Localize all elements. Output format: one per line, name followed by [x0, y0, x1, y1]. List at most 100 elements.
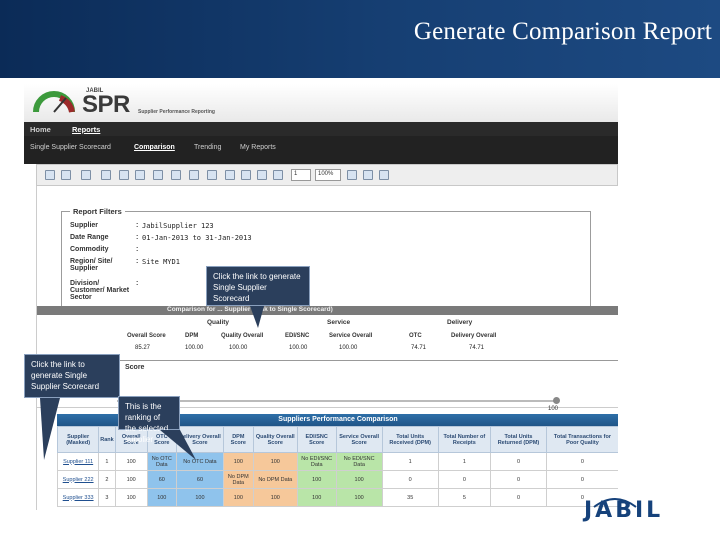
table-row: Supplier 111 1 100 No OTC Data No OTC Data 10…: [56, 452, 618, 471]
table-cell: 1: [437, 452, 492, 471]
comparison-header: Total Units Received (DPM): [381, 426, 439, 453]
summary-scores: Quality Service Delivery Overall Score D…: [37, 315, 618, 361]
brand-tagline: Supplier Performance Reporting: [138, 109, 215, 115]
summary-value: 100.00: [185, 345, 204, 351]
subnav-my-reports[interactable]: My Reports: [240, 144, 276, 151]
help-icon[interactable]: [379, 170, 389, 180]
filter-label-region: Region/ Site/ Supplier: [70, 258, 113, 272]
table-cell: 1: [381, 452, 439, 471]
table-cell: 0: [381, 470, 439, 489]
callout-single-scorecard-link: Click the link to generate Single Suppli…: [206, 266, 310, 306]
report-toolbar: 1 100%: [36, 164, 618, 186]
summary-value: 74.71: [469, 345, 485, 351]
table-cell: No DPM Data: [252, 470, 298, 489]
filter-label-date-range: Date Range: [70, 234, 109, 241]
table-cell: 100: [175, 488, 224, 507]
report-filters: Report Filters Supplier : JabilSupplier …: [61, 207, 591, 309]
gauge-logo-icon: [33, 91, 75, 113]
comparison-header: Total Transactions for Poor Quality: [545, 426, 618, 453]
filter-label-supplier: Supplier: [70, 222, 99, 229]
table-cell: 0: [490, 470, 547, 489]
filter-value-region: Site MYD1: [142, 258, 180, 266]
nav-home[interactable]: Home: [30, 125, 51, 134]
forward-icon[interactable]: [81, 170, 91, 180]
table-cell: 100: [296, 488, 337, 507]
table-cell: 0: [490, 452, 547, 471]
rank-track: [117, 400, 557, 402]
page-select[interactable]: 1: [291, 169, 311, 181]
link-icon[interactable]: [225, 170, 235, 180]
subnav-single-supplier-scorecard[interactable]: Single Supplier Scorecard: [30, 144, 111, 151]
comparison-header: Quality Overall Score: [252, 426, 298, 453]
copy-icon[interactable]: [257, 170, 267, 180]
summary-header: Overall Score: [127, 333, 166, 339]
table-cell: 0: [437, 470, 492, 489]
supplier-link[interactable]: Supplier 333: [56, 488, 100, 507]
table-cell: No EDI/SNC Data: [335, 452, 383, 471]
comparison-header: DPM Score: [222, 426, 254, 453]
summary-value: 100.00: [339, 345, 358, 351]
table-cell: 2: [98, 470, 116, 489]
excel-icon[interactable]: [207, 170, 217, 180]
print-icon[interactable]: [45, 170, 55, 180]
subnav-trending[interactable]: Trending: [194, 144, 221, 151]
filter-label-commodity: Commodity: [70, 246, 109, 253]
table-cell: 60: [175, 470, 224, 489]
supplier-link[interactable]: Supplier 222: [56, 470, 100, 489]
table-cell: 0: [490, 488, 547, 507]
table-cell: 100: [252, 488, 298, 507]
summary-header: OTC: [409, 333, 422, 339]
filter-value-supplier: JabilSupplier 123: [142, 222, 214, 230]
table-cell: 100: [335, 488, 383, 507]
summary-value: 100.00: [229, 345, 248, 351]
table-cell: 0: [545, 470, 618, 489]
brand-name: SPR: [82, 91, 130, 118]
rank-marker: [553, 397, 560, 404]
email-icon[interactable]: [241, 170, 251, 180]
summary-header: EDI/SNC: [285, 333, 310, 339]
word-icon[interactable]: [189, 170, 199, 180]
summary-value: 100.00: [289, 345, 308, 351]
rank-value: 100: [548, 406, 559, 412]
zoom-select[interactable]: 100%: [315, 169, 341, 181]
pdf-icon[interactable]: [171, 170, 181, 180]
table-cell: 3: [98, 488, 116, 507]
app-header: JABIL SPR Supplier Performance Reporting…: [24, 84, 618, 164]
report-filters-legend: Report Filters: [70, 207, 125, 216]
comparison-header: Total Number of Receipts: [437, 426, 492, 453]
subnav-comparison[interactable]: Comparison: [134, 144, 175, 151]
group-quality: Quality: [207, 319, 230, 326]
back-icon[interactable]: [61, 170, 71, 180]
chart-icon[interactable]: [273, 170, 283, 180]
nav-reports[interactable]: Reports: [72, 125, 100, 134]
table-cell: 100: [222, 452, 254, 471]
table-row: Supplier 333 3 100 100 100 100 100 100 100 35 5 0 0: [56, 488, 618, 507]
callout-supplier-link: Click the link to generate Single Suppli…: [24, 354, 120, 398]
group-delivery: Delivery: [447, 319, 473, 326]
save-icon[interactable]: [135, 170, 145, 180]
layout-icon[interactable]: [363, 170, 373, 180]
main-nav: Home Reports: [24, 122, 618, 136]
table-cell: 100: [114, 452, 148, 471]
summary-header: Quality Overall: [221, 333, 264, 339]
export-icon[interactable]: [153, 170, 163, 180]
table-cell: 60: [146, 470, 177, 489]
summary-header: Delivery Overall: [451, 333, 497, 339]
table-cell: 100: [114, 488, 148, 507]
folder-icon[interactable]: [119, 170, 129, 180]
jabil-logo: JABIL: [584, 498, 664, 523]
table-cell: 35: [381, 488, 439, 507]
refresh-icon[interactable]: [101, 170, 111, 180]
table-cell: 5: [437, 488, 492, 507]
group-service: Service: [327, 319, 351, 326]
table-cell: 1: [98, 452, 116, 471]
summary-header: DPM: [185, 333, 199, 339]
table-cell: 100: [114, 470, 148, 489]
filter-value-date-range: 01-Jan-2013 to 31-Jan-2013: [142, 234, 252, 242]
app-screenshot: JABIL SPR Supplier Performance Reporting…: [24, 84, 618, 510]
table-cell: 100: [146, 488, 177, 507]
find-icon[interactable]: [347, 170, 357, 180]
logo-area: JABIL SPR Supplier Performance Reporting: [24, 84, 618, 122]
table-cell: 100: [335, 470, 383, 489]
rank-label: Score: [125, 364, 145, 371]
